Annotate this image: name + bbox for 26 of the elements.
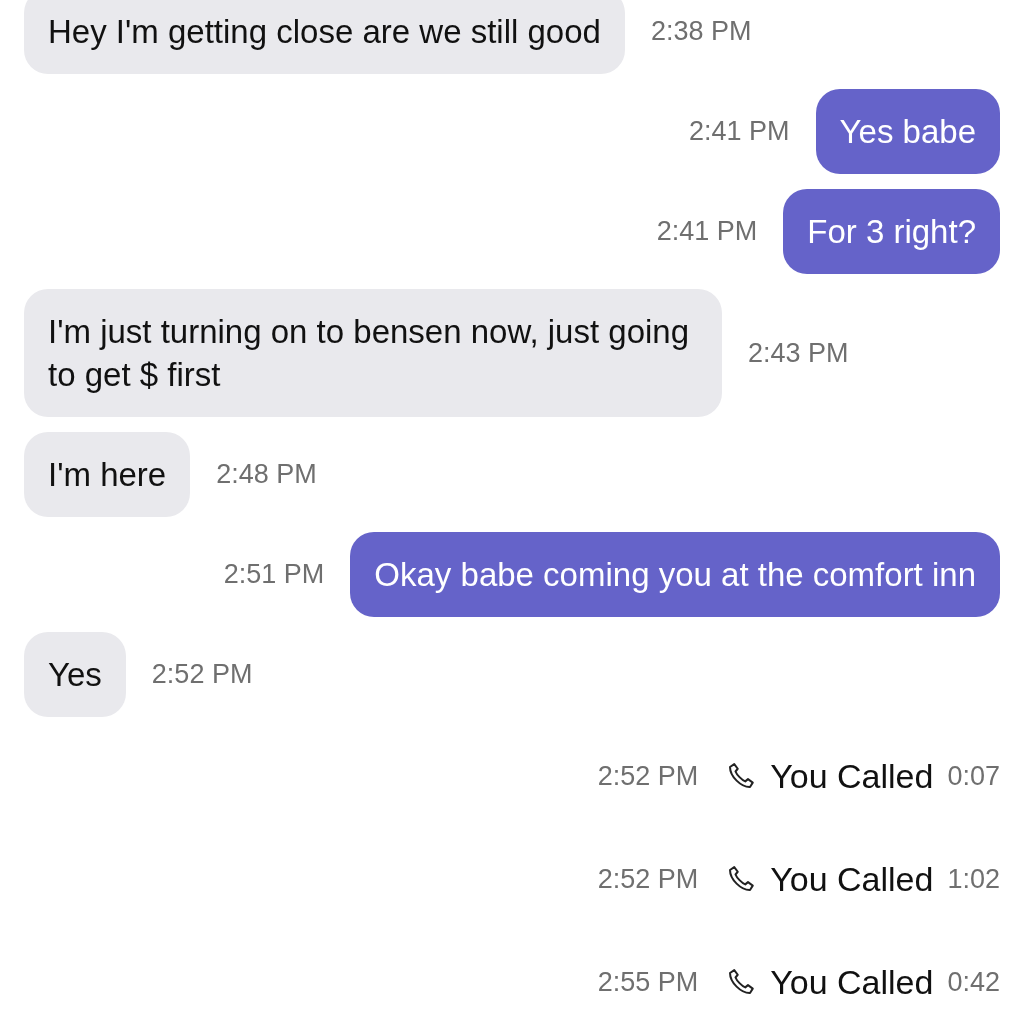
call-time: 2:52 PM bbox=[597, 760, 699, 792]
call-time: 2:52 PM bbox=[597, 863, 699, 895]
call-label: You Called bbox=[770, 859, 934, 899]
call-label: You Called bbox=[770, 962, 934, 1002]
message-bubble: Hey I'm getting close are we still good bbox=[24, 0, 625, 74]
phone-icon bbox=[726, 967, 757, 997]
call-duration: 1:02 bbox=[947, 863, 1000, 895]
message-bubble: Yes babe bbox=[815, 89, 1000, 174]
message-time: 2:41 PM bbox=[656, 216, 758, 247]
phone-icon bbox=[726, 864, 757, 894]
message-time: 2:52 PM bbox=[151, 659, 253, 690]
call-label: You Called bbox=[770, 756, 934, 796]
message-time: 2:41 PM bbox=[689, 116, 790, 147]
message-bubble: Yes bbox=[24, 632, 126, 717]
message-time: 2:48 PM bbox=[216, 459, 317, 490]
message-bubble: For 3 right? bbox=[783, 189, 1000, 274]
message-bubble: I'm just turning on to bensen now, just going to get $ first bbox=[24, 289, 722, 417]
call-time: 2:55 PM bbox=[597, 966, 699, 998]
phone-icon bbox=[726, 761, 757, 791]
message-time: 2:38 PM bbox=[650, 16, 752, 47]
message-time: 2:51 PM bbox=[223, 559, 325, 590]
message-bubble: I'm here bbox=[24, 432, 191, 517]
call-duration: 0:07 bbox=[947, 760, 1000, 792]
message-time: 2:43 PM bbox=[748, 337, 849, 369]
message-bubble: Okay babe coming you at the comfort inn bbox=[350, 532, 1000, 617]
call-duration: 0:42 bbox=[947, 966, 1000, 998]
